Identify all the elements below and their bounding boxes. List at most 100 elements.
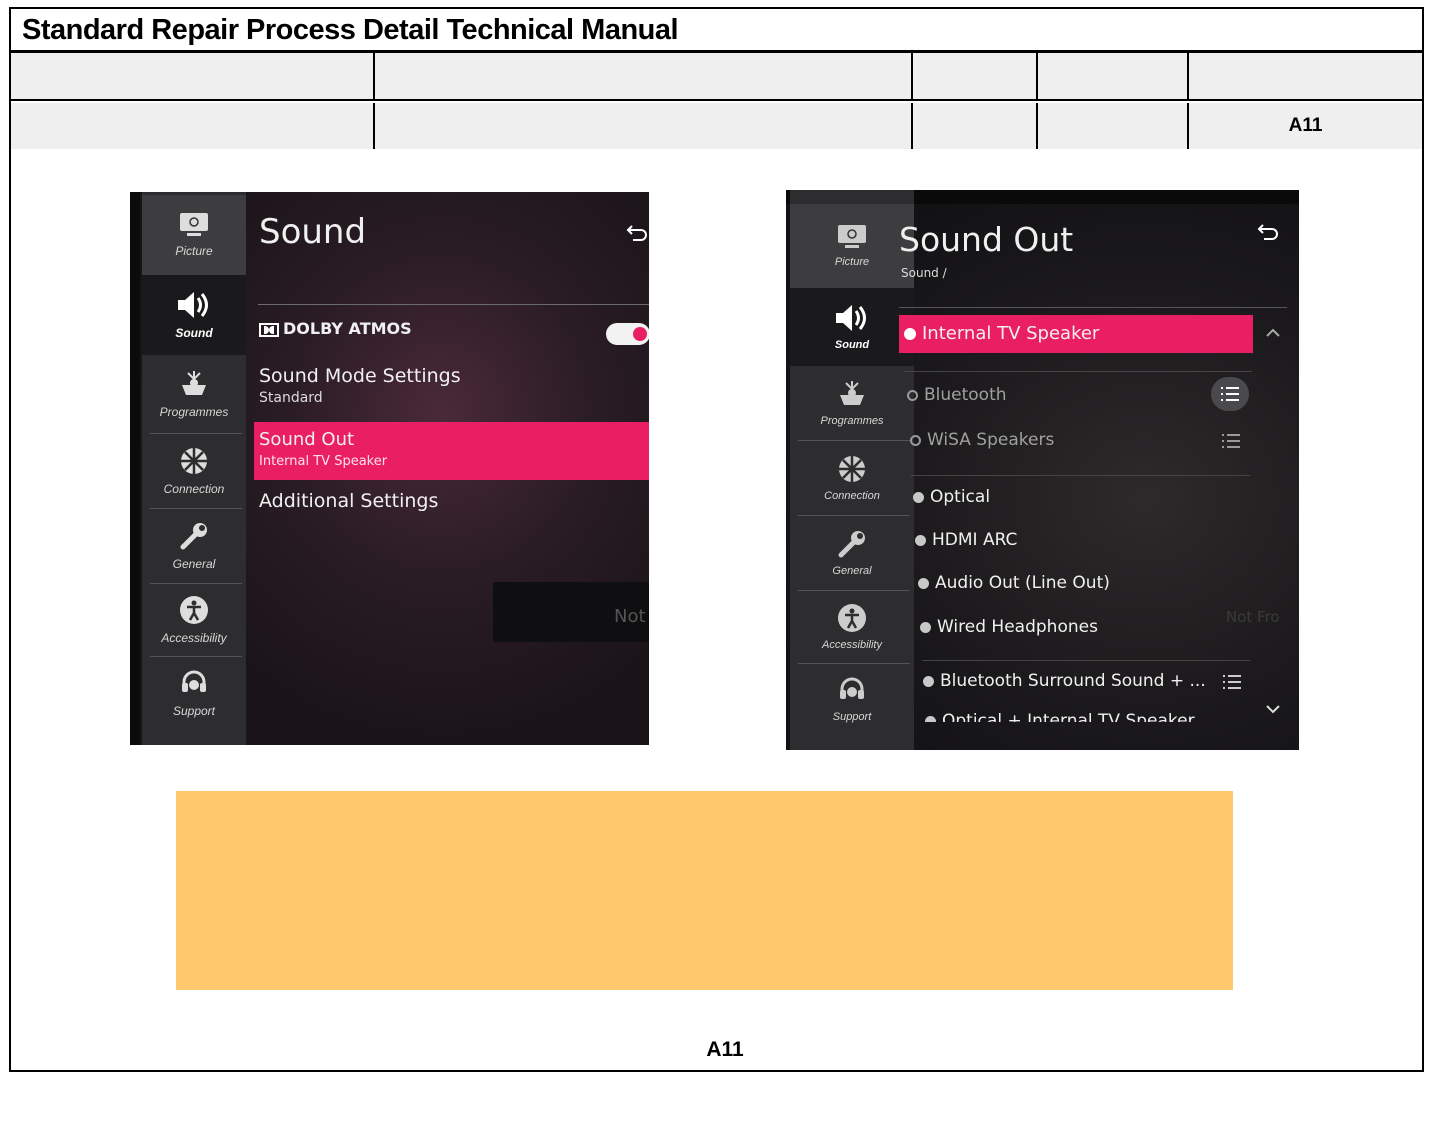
divider [258, 304, 649, 305]
sidebar-item-accessibility[interactable]: Accessibility [790, 591, 914, 663]
header-cell [11, 103, 375, 149]
list-button[interactable] [1211, 377, 1249, 411]
option-label: Bluetooth [924, 385, 1007, 405]
option-label: Optical [930, 487, 991, 507]
connection-icon [181, 448, 207, 474]
divider [899, 307, 1287, 308]
accessibility-icon [180, 596, 208, 624]
option-bluetooth[interactable]: Bluetooth [907, 385, 1007, 405]
option-wired-headphones[interactable]: Wired Headphones [920, 617, 1098, 637]
document-title: Standard Repair Process Detail Technical… [22, 14, 679, 46]
sidebar-label: Support [832, 711, 872, 723]
sidebar-item-support[interactable]: Support [142, 657, 246, 729]
sidebar-item-programmes[interactable]: Programmes [142, 355, 246, 433]
sidebar-label: Connection [824, 490, 880, 502]
sidebar-item-connection[interactable]: Connection [142, 434, 246, 508]
divider [904, 371, 1252, 372]
radio-icon [920, 621, 931, 633]
sidebar-item-general[interactable]: General [790, 516, 914, 590]
header-table: A11 [11, 50, 1422, 149]
list-icon[interactable] [1223, 675, 1241, 689]
header-row-1 [11, 53, 1422, 101]
option-hdmi-arc[interactable]: HDMI ARC [915, 530, 1017, 550]
sidebar-item-sound[interactable]: Sound [142, 275, 246, 355]
sidebar-item-picture[interactable]: Picture [142, 195, 246, 275]
dolby-label: DOLBY ATMOS [283, 319, 412, 338]
menu-item-value: Internal TV Speaker [259, 454, 388, 469]
connection-icon [839, 456, 865, 482]
radio-icon [907, 389, 918, 401]
sidebar-label: General [832, 565, 872, 577]
radio-icon [923, 675, 934, 687]
back-icon[interactable] [1257, 223, 1279, 241]
divider [922, 660, 1250, 661]
option-label: HDMI ARC [932, 530, 1018, 550]
radio-icon [904, 328, 916, 340]
tv-screenshot-sound: Not Picture Sound Programmes Connection … [130, 192, 649, 745]
option-label: Internal TV Speaker [922, 323, 1100, 344]
sidebar-item-accessibility[interactable]: Accessibility [142, 584, 246, 656]
radio-icon [915, 534, 926, 546]
sidebar-item-programmes[interactable]: Programmes [790, 366, 914, 440]
radio-icon [913, 491, 924, 503]
sidebar-label: Sound [175, 326, 213, 340]
wrench-icon [180, 523, 207, 550]
chevron-down-icon[interactable] [1265, 704, 1281, 714]
header-cell [375, 53, 913, 99]
headset-icon [182, 670, 206, 692]
option-optical[interactable]: Optical [913, 487, 990, 507]
option-label: Audio Out (Line Out) [935, 573, 1110, 593]
wrench-icon [838, 531, 865, 558]
sidebar-label: Support [172, 704, 216, 718]
option-audio-out[interactable]: Audio Out (Line Out) [918, 573, 1110, 593]
sidebar-label: General [172, 557, 216, 571]
toggle-knob [633, 327, 647, 341]
back-icon[interactable] [626, 224, 648, 242]
sidebar-label: Accessibility [822, 639, 882, 651]
menu-item-label: Sound Out [259, 429, 355, 450]
picture-icon [838, 225, 866, 248]
sidebar-label: Sound [834, 339, 870, 351]
sidebar-label: Connection [163, 482, 225, 496]
option-label: WiSA Speakers [927, 430, 1055, 450]
speaker-icon [836, 305, 866, 331]
sidebar-item-general[interactable]: General [142, 509, 246, 583]
list-icon[interactable] [1222, 434, 1240, 448]
radio-icon [925, 715, 936, 722]
dolby-atmos-row[interactable]: DOLBY ATMOS [259, 319, 412, 338]
chevron-up-icon[interactable] [1265, 328, 1281, 338]
tv-sidebar: Picture Sound Programmes Connection Gene… [142, 192, 246, 745]
option-optical-internal[interactable]: Optical + Internal TV Speaker [925, 711, 1195, 722]
option-selected-label: Internal TV Speaker [904, 323, 1099, 344]
sidebar-label: Picture [834, 256, 870, 268]
option-label: Bluetooth Surround Sound + ... [940, 671, 1206, 691]
breadcrumb: Sound / [901, 266, 947, 280]
menu-item-sound-mode[interactable]: Sound Mode Settings [259, 365, 461, 387]
sidebar-item-connection[interactable]: Connection [790, 441, 914, 515]
bg-frame [130, 192, 140, 745]
bg-text: Not Fro [1226, 608, 1280, 626]
sidebar-item-picture[interactable]: Picture [790, 204, 914, 288]
dolby-toggle[interactable] [606, 323, 649, 345]
option-clip: Optical + Internal TV Speaker [916, 708, 1256, 722]
note-box [176, 791, 1233, 990]
tv-sidebar: Picture Sound Programmes Connection Gene… [790, 190, 914, 750]
sidebar-item-sound[interactable]: Sound [790, 288, 914, 366]
option-wisa[interactable]: WiSA Speakers [910, 430, 1054, 450]
header-row-2: A11 [11, 103, 1422, 149]
divider [910, 475, 1250, 476]
speaker-icon [178, 292, 208, 318]
sidebar-label: Programmes [820, 415, 884, 427]
radio-icon [918, 577, 929, 589]
header-code: A11 [1288, 115, 1323, 136]
option-bluetooth-surround[interactable]: Bluetooth Surround Sound + ... [923, 671, 1206, 691]
footer-code: A11 [706, 1038, 744, 1061]
bg-text: Not [614, 606, 646, 627]
tv-screenshot-sound-out: Not Fro Picture Sound Programmes Connect… [786, 190, 1299, 750]
sidebar-item-support[interactable]: Support [790, 664, 914, 734]
headset-icon [840, 677, 864, 699]
screen-title: Sound [259, 212, 367, 252]
menu-item-additional-settings[interactable]: Additional Settings [259, 490, 438, 512]
list-icon [1221, 387, 1239, 401]
header-cell [11, 53, 375, 99]
